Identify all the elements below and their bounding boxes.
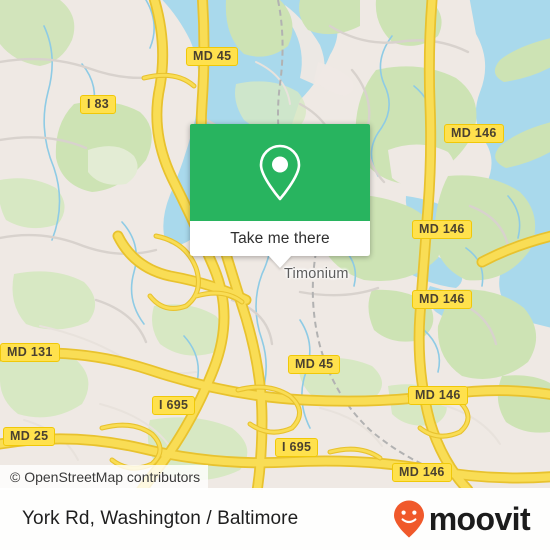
road-shield: MD 45 xyxy=(186,47,239,66)
popup-green-panel xyxy=(190,124,370,221)
map-canvas[interactable]: MD 45 I 83 MD 146 MD 146 MD 146 MD 131 MD 45 MD… xyxy=(0,0,550,490)
map-screen: MD 45 I 83 MD 146 MD 146 MD 146 MD 131 MD 45 MD… xyxy=(0,0,550,550)
take-me-there-popup[interactable]: Take me there xyxy=(190,124,370,268)
road-shield: I 695 xyxy=(275,438,319,457)
osm-attribution[interactable]: © OpenStreetMap contributors xyxy=(0,465,209,490)
location-title: York Rd, Washington / Baltimore xyxy=(22,508,299,529)
popup-action-bar[interactable]: Take me there xyxy=(190,221,370,268)
footer-bar: York Rd, Washington / Baltimore moovit xyxy=(0,488,550,550)
road-shield: MD 25 xyxy=(3,427,56,446)
moovit-pin-smiley-icon xyxy=(393,500,424,538)
popup-tail-pointer xyxy=(268,255,292,268)
road-shield: MD 146 xyxy=(444,124,504,143)
road-shield: MD 45 xyxy=(288,355,341,374)
place-label: Timonium xyxy=(284,266,349,282)
road-shield: I 83 xyxy=(80,95,117,114)
road-shield: MD 146 xyxy=(412,290,472,309)
road-shield: MD 146 xyxy=(408,386,468,405)
take-me-there-label: Take me there xyxy=(230,229,330,247)
map-pin-icon xyxy=(259,144,301,200)
road-shield: MD 146 xyxy=(392,463,452,482)
moovit-logo[interactable]: moovit xyxy=(392,499,531,539)
road-shield: MD 131 xyxy=(0,343,60,362)
road-shield: MD 146 xyxy=(412,220,472,239)
moovit-wordmark: moovit xyxy=(428,501,531,537)
road-shield: I 695 xyxy=(152,396,196,415)
